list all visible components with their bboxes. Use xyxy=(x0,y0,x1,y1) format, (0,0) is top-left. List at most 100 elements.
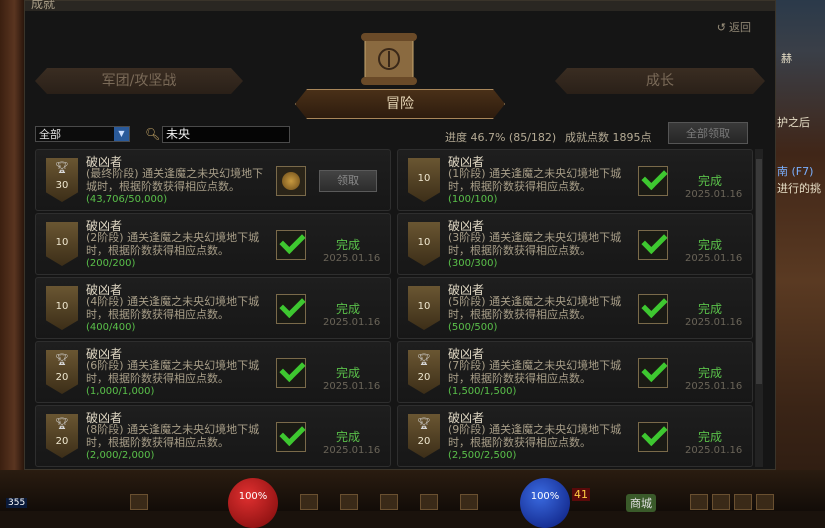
achievement-desc: (9阶段) 通关逢魔之未央幻境地下城时，根据阶数获得相应点数。 xyxy=(448,423,622,449)
claim-all-button[interactable]: 全部领取 xyxy=(668,122,748,144)
skill-slot[interactable] xyxy=(460,494,478,510)
achievement-card: 10 破凶者 (2阶段) 通关逢魔之未央幻境地下城时，根据阶数获得相应点数。 (200… xyxy=(35,213,391,275)
achievement-card: 🏆︎ 20 破凶者 (7阶段) 通关逢魔之未央幻境地下城时，根据阶数获得相应点数。 (1… xyxy=(397,341,753,403)
category-filter-select[interactable]: 全部 ▼ xyxy=(35,126,130,142)
complete-label: 完成 xyxy=(698,238,723,252)
achievement-desc: (5阶段) 通关逢魔之未央幻境地下城时，根据阶数获得相应点数。 xyxy=(448,295,622,321)
back-icon: ↺ xyxy=(716,21,726,34)
scrollbar-thumb[interactable] xyxy=(756,159,762,384)
points-badge: 🏆︎ 20 xyxy=(46,414,78,458)
points-badge: 🏆︎ 20 xyxy=(46,350,78,394)
filter-selected-value: 全部 xyxy=(39,128,61,141)
complete-date: 2025.01.16 xyxy=(685,317,743,328)
search-input[interactable]: 未央 xyxy=(162,126,290,143)
skill-slot[interactable] xyxy=(340,494,358,510)
points-badge: 🏆︎ 30 xyxy=(46,158,78,202)
achievement-card: 10 破凶者 (4阶段) 通关逢魔之未央幻境地下城时，根据阶数获得相应点数。 (400… xyxy=(35,277,391,339)
achievement-desc: (6阶段) 通关逢魔之未央幻境地下城时，根据阶数获得相应点数。 xyxy=(86,359,260,385)
achievement-card: 10 破凶者 (5阶段) 通关逢魔之未央幻境地下城时，根据阶数获得相应点数。 (500… xyxy=(397,277,753,339)
menu-slot[interactable] xyxy=(712,494,730,510)
achievement-desc: (7阶段) 通关逢魔之未央幻境地下城时，根据阶数获得相应点数。 xyxy=(448,359,622,385)
achievement-desc: (8阶段) 通关逢魔之未央幻境地下城时，根据阶数获得相应点数。 xyxy=(86,423,260,449)
window-title: 成就 xyxy=(31,0,56,11)
scroll-emblem-icon xyxy=(361,33,417,85)
reward-icon[interactable] xyxy=(276,227,306,260)
checkmark-icon xyxy=(279,419,306,447)
skill-slot[interactable] xyxy=(380,494,398,510)
points-badge: 10 xyxy=(408,222,440,266)
points-value: 30 xyxy=(55,180,69,191)
shop-button[interactable]: 商城 xyxy=(626,494,656,512)
achievement-desc: (3阶段) 通关逢魔之未央幻境地下城时，根据阶数获得相应点数。 xyxy=(448,231,622,257)
menu-slot[interactable] xyxy=(690,494,708,510)
complete-date: 2025.01.16 xyxy=(323,253,381,264)
complete-label: 完成 xyxy=(336,302,361,316)
checkmark-icon xyxy=(279,355,306,383)
complete-label: 完成 xyxy=(698,174,723,188)
checkmark-icon xyxy=(279,227,306,255)
player-level: 41 xyxy=(572,488,590,501)
trophy-icon: 🏆︎ xyxy=(55,417,69,430)
reward-icon[interactable] xyxy=(638,419,668,452)
points-badge: 10 xyxy=(46,286,78,330)
reward-icon[interactable] xyxy=(638,227,668,260)
skill-slot[interactable] xyxy=(420,494,438,510)
achievement-card: 🏆︎ 30 破凶者 (最终阶段) 通关逢魔之未央幻境地下城时，根据阶数获得相应点数。(… xyxy=(35,149,391,211)
points-value: 10 xyxy=(417,237,431,248)
points-value: 20 xyxy=(55,372,69,383)
checkmark-icon xyxy=(641,355,668,383)
complete-date: 2025.01.16 xyxy=(323,317,381,328)
reward-icon[interactable] xyxy=(638,163,668,196)
reward-icon[interactable] xyxy=(276,419,306,452)
checkmark-icon xyxy=(279,291,306,319)
complete-date: 2025.01.16 xyxy=(685,381,743,392)
checkmark-icon xyxy=(641,163,668,191)
claim-button[interactable]: 领取 xyxy=(319,170,377,192)
menu-slot[interactable] xyxy=(756,494,774,510)
achievement-card: 10 破凶者 (1阶段) 通关逢魔之未央幻境地下城时，根据阶数获得相应点数。 (100… xyxy=(397,149,753,211)
complete-label: 完成 xyxy=(698,430,723,444)
achievement-card: 🏆︎ 20 破凶者 (9阶段) 通关逢魔之未央幻境地下城时，根据阶数获得相应点数。 (2… xyxy=(397,405,753,467)
achievement-progress: (300/300) xyxy=(448,258,498,269)
skill-slot[interactable] xyxy=(300,494,318,510)
points-badge: 🏆︎ 20 xyxy=(408,414,440,458)
reward-icon[interactable] xyxy=(638,291,668,324)
side-quest-label[interactable]: 南 (F7) xyxy=(777,163,813,179)
back-button[interactable]: ↺ 返回 xyxy=(717,19,751,35)
chevron-down-icon[interactable]: ▼ xyxy=(114,127,129,141)
achievement-card: 10 破凶者 (3阶段) 通关逢魔之未央幻境地下城时，根据阶数获得相应点数。 (300… xyxy=(397,213,753,275)
checkmark-icon xyxy=(641,227,668,255)
achievement-progress: (1,000/1,000) xyxy=(86,386,155,397)
complete-date: 2025.01.16 xyxy=(685,189,743,200)
points-value: 10 xyxy=(55,237,69,248)
side-label: 进行的挑 xyxy=(777,182,821,195)
tab-legion-siege[interactable]: 军团/攻坚战 xyxy=(35,68,243,94)
trophy-icon: 🏆︎ xyxy=(55,353,69,366)
achievement-progress: (2,000/2,000) xyxy=(86,450,155,461)
reward-icon[interactable] xyxy=(276,355,306,388)
reward-icon[interactable] xyxy=(276,291,306,324)
achievement-progress: (1,500/1,500) xyxy=(448,386,517,397)
side-label: 护之后 xyxy=(777,116,810,129)
achievement-progress: (500/500) xyxy=(448,322,498,333)
scrollbar[interactable] xyxy=(755,149,763,467)
points-value: 10 xyxy=(417,173,431,184)
complete-date: 2025.01.16 xyxy=(685,445,743,456)
tab-adventure[interactable]: 冒险 xyxy=(295,89,505,119)
checkmark-icon xyxy=(641,419,668,447)
achievement-progress: (43,706/50,000) xyxy=(86,194,168,205)
checkmark-icon xyxy=(641,291,668,319)
menu-slot[interactable] xyxy=(734,494,752,510)
reward-icon[interactable] xyxy=(276,166,306,196)
skill-slot[interactable] xyxy=(130,494,148,510)
reward-icon[interactable] xyxy=(638,355,668,388)
achievement-desc: (1阶段) 通关逢魔之未央幻境地下城时，根据阶数获得相应点数。 xyxy=(448,167,622,193)
coin-icon xyxy=(282,172,300,190)
tab-growth[interactable]: 成长 xyxy=(555,68,765,94)
trophy-icon: 🏆︎ xyxy=(417,417,431,430)
achievement-card: 🏆︎ 20 破凶者 (8阶段) 通关逢魔之未央幻境地下城时，根据阶数获得相应点数。 (2… xyxy=(35,405,391,467)
achievement-desc: (最终阶段) 通关逢魔之未央幻境地下城时，根据阶数获得相应点数。 xyxy=(86,167,264,193)
complete-label: 完成 xyxy=(336,430,361,444)
points-badge: 10 xyxy=(408,158,440,202)
points-value: 10 xyxy=(55,301,69,312)
